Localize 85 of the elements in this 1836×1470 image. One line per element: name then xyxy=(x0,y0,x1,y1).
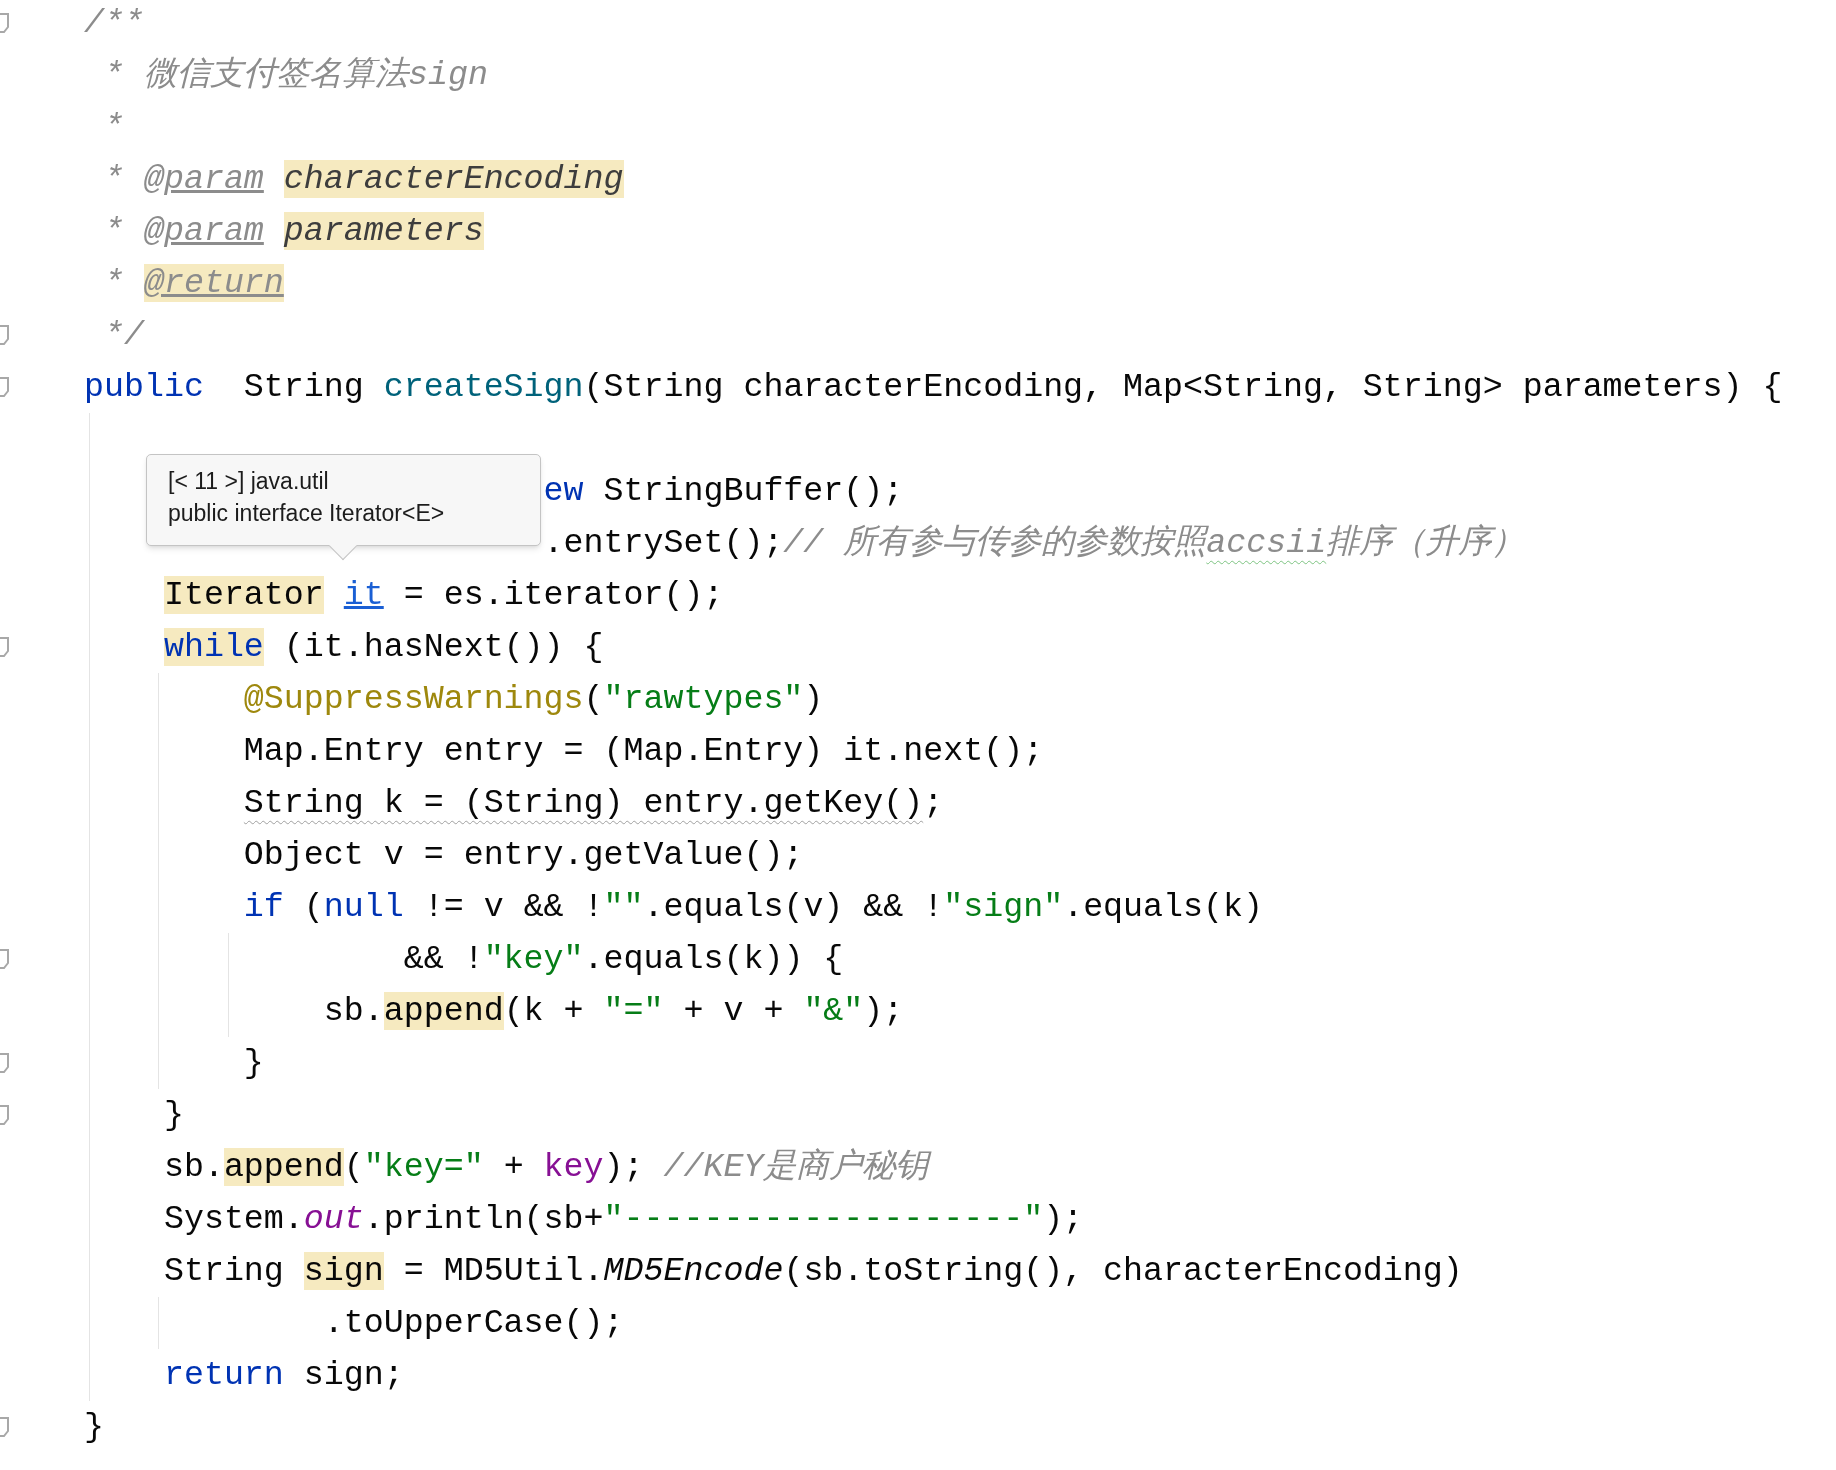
doc-param: characterEncoding xyxy=(283,160,624,198)
fold-marker-icon[interactable] xyxy=(0,1417,10,1437)
annotation: @SuppressWarnings xyxy=(243,680,584,718)
code-text: ); xyxy=(603,1148,645,1186)
tooltip-text: [< 11 >] java.util xyxy=(168,467,330,496)
code-text: = es.iterator(); xyxy=(403,576,724,614)
code-text: Map.Entry entry = (Map.Entry) it.next(); xyxy=(243,732,1044,770)
code-text: Iterator xyxy=(163,576,324,614)
fold-marker-icon[interactable] xyxy=(0,1053,10,1073)
code-text: = MD5Util. xyxy=(403,1252,604,1290)
doc-comment: * xyxy=(104,108,124,146)
code-text: != v && ! xyxy=(423,888,604,926)
code-text: sb. xyxy=(163,1148,224,1186)
method-name: MD5Encode xyxy=(603,1252,784,1290)
code-text: + v + xyxy=(683,992,785,1030)
code-text: ( xyxy=(303,888,324,926)
doc-param: parameters xyxy=(283,212,484,250)
code-comment: 排序（升序） xyxy=(1326,524,1525,562)
string-literal: "--------------------" xyxy=(603,1200,1044,1238)
code-text: sign; xyxy=(303,1356,404,1394)
code-text: ; xyxy=(923,784,944,822)
string-literal: "&" xyxy=(803,992,864,1030)
keyword: while xyxy=(163,628,264,666)
doc-tag: @param xyxy=(143,212,264,250)
code-text: .equals(k) xyxy=(1063,888,1263,926)
code-text: sign xyxy=(303,1252,384,1290)
string-literal: "key=" xyxy=(363,1148,484,1186)
doc-comment: /** xyxy=(84,4,144,42)
method-name: createSign xyxy=(383,368,584,406)
string-literal: "sign" xyxy=(943,888,1064,926)
string-literal: "=" xyxy=(603,992,664,1030)
doc-comment: * xyxy=(104,160,124,198)
code-text: } xyxy=(243,1044,264,1082)
keyword: public xyxy=(84,368,204,406)
keyword: ew xyxy=(543,472,584,510)
code-text: .println(sb+ xyxy=(363,1200,604,1238)
fold-marker-icon[interactable] xyxy=(0,13,10,33)
code-text: } xyxy=(163,1096,184,1134)
code-text: System. xyxy=(163,1200,304,1238)
code-text: .toUpperCase(); xyxy=(323,1304,624,1342)
doc-comment: * xyxy=(104,264,124,302)
fold-marker-icon[interactable] xyxy=(0,325,10,345)
tooltip-text: public interface Iterator<E> xyxy=(168,499,446,528)
keyword: return xyxy=(163,1356,284,1394)
string-literal: "" xyxy=(603,888,644,926)
code-comment: // 所有参与传参的参数按照 xyxy=(783,524,1207,562)
doc-tag: @return xyxy=(143,264,284,302)
field-name: out xyxy=(303,1200,364,1238)
doc-comment: * xyxy=(104,212,124,250)
code-text: ( xyxy=(583,680,604,718)
code-text: .equals(v) && ! xyxy=(643,888,944,926)
string-literal: "key" xyxy=(483,940,584,978)
code-text: ); xyxy=(1043,1200,1084,1238)
code-text: StringBuffer(); xyxy=(603,472,904,510)
fold-marker-icon[interactable] xyxy=(0,377,10,397)
code-text: .entrySet(); xyxy=(543,524,784,562)
field-name: key xyxy=(543,1148,604,1186)
string-literal: "rawtypes" xyxy=(603,680,804,718)
code-text: (sb.toString(), characterEncoding) xyxy=(783,1252,1463,1290)
code-text: String xyxy=(163,1252,285,1290)
code-text: && ! xyxy=(403,940,484,978)
fold-marker-icon[interactable] xyxy=(0,1105,10,1125)
code-text: .equals(k)) { xyxy=(583,940,844,978)
code-text: sb. xyxy=(323,992,384,1030)
code-text: String xyxy=(243,368,365,406)
code-text: String k = (String) entry.getKey() xyxy=(243,784,924,822)
doc-comment: * 微信支付签名算法sign xyxy=(104,56,488,94)
keyword: if xyxy=(243,888,284,926)
code-text: (k + xyxy=(503,992,585,1030)
doc-tag: @param xyxy=(143,160,264,198)
code-text: ( xyxy=(343,1148,364,1186)
doc-comment: */ xyxy=(104,316,144,354)
keyword: null xyxy=(323,888,404,926)
code-text: } xyxy=(84,1408,104,1446)
code-text: ); xyxy=(863,992,904,1030)
symbol-link[interactable]: it xyxy=(343,576,384,614)
code-text: (String characterEncoding, Map<String, String> parameters) { xyxy=(583,368,1783,406)
code-text: Object v = entry.getValue(); xyxy=(243,836,804,874)
code-text: append xyxy=(383,992,504,1030)
fold-marker-icon[interactable] xyxy=(0,637,10,657)
code-text: append xyxy=(223,1148,344,1186)
code-text: (it.hasNext()) { xyxy=(283,628,604,666)
code-text: + xyxy=(503,1148,525,1186)
fold-marker-icon[interactable] xyxy=(0,949,10,969)
code-text: ) xyxy=(803,680,824,718)
